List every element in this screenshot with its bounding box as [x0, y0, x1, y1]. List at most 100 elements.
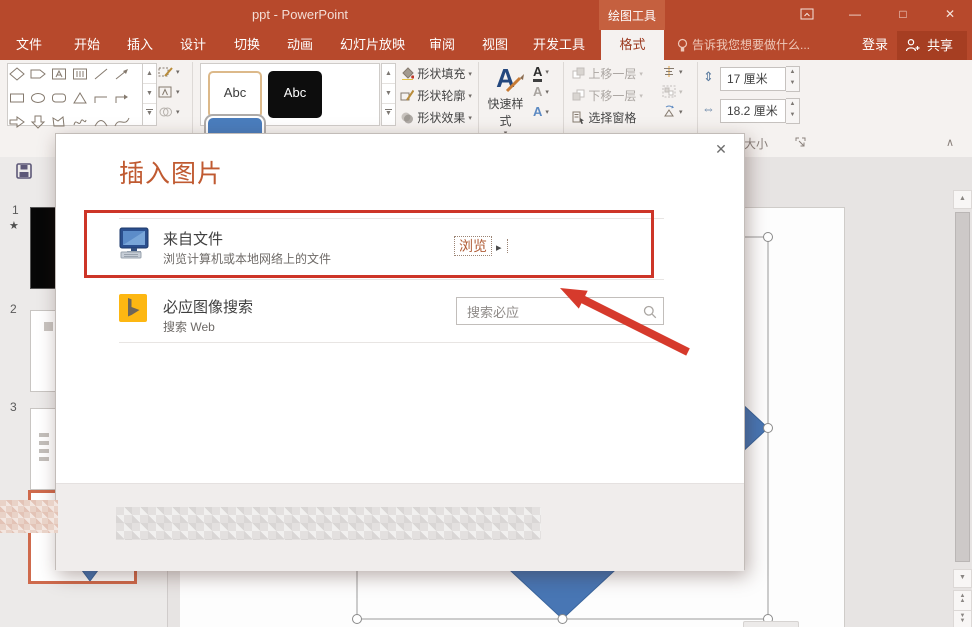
rotate-button[interactable]: ▾: [662, 103, 692, 123]
selection-pane-button[interactable]: 选择窗格: [572, 108, 636, 128]
tell-me-box[interactable]: 告诉我您想要做什么...: [692, 30, 810, 60]
shape-fill-button[interactable]: 形状填充▾: [400, 64, 472, 84]
ribbon-display-options-icon: [800, 8, 814, 20]
shape-triangle-icon[interactable]: [72, 88, 93, 107]
textbox-icon: [158, 85, 173, 99]
shape-width-spinner[interactable]: ▲▼: [786, 98, 800, 124]
bring-forward-button[interactable]: 上移一层▾: [572, 64, 643, 84]
thumbnail-placeholder: [39, 433, 49, 437]
edit-shape-button[interactable]: ▾: [158, 63, 188, 83]
shape-elbow-connector-icon[interactable]: [93, 88, 114, 107]
scroll-down-button[interactable]: ▼: [953, 569, 972, 588]
text-fill-button[interactable]: A▾: [533, 63, 559, 83]
draw-textbox-button[interactable]: ▾: [158, 83, 188, 103]
tab-transitions[interactable]: 切换: [230, 30, 264, 60]
shape-pentagon-icon[interactable]: [30, 64, 51, 83]
thumbnail-placeholder: [39, 441, 49, 445]
horizontal-scrollbar-stub[interactable]: [743, 621, 799, 627]
scroll-up-button[interactable]: ▲: [953, 190, 972, 209]
dialog-footer: [56, 483, 744, 571]
shape-rounded-rectangle-icon[interactable]: [51, 88, 72, 107]
thumbnail-placeholder: [44, 322, 53, 331]
shape-curve-icon[interactable]: [114, 112, 135, 131]
bing-search-title[interactable]: 必应图像搜索: [163, 296, 253, 317]
tab-developer[interactable]: 开发工具: [529, 30, 589, 60]
scrollbar-thumb[interactable]: [955, 212, 970, 562]
shape-elbow-arrow-connector-icon[interactable]: [114, 88, 135, 107]
animation-star-icon: ★: [9, 219, 19, 232]
text-outline-button[interactable]: A▾: [533, 83, 559, 103]
shape-outline-button[interactable]: 形状轮廓▾: [400, 86, 472, 106]
close-button[interactable]: ✕: [936, 0, 964, 28]
send-backward-icon: [572, 89, 585, 102]
shape-down-arrow-icon[interactable]: [30, 112, 51, 131]
shape-arrow-line-icon[interactable]: [114, 64, 135, 83]
bing-search-input[interactable]: [465, 299, 647, 325]
shape-width-input[interactable]: 18.2 厘米: [720, 99, 786, 123]
shape-style-outline-tile[interactable]: Abc: [208, 71, 262, 118]
tab-design[interactable]: 设计: [176, 30, 210, 60]
tab-home[interactable]: 开始: [70, 30, 104, 60]
tab-view[interactable]: 视图: [478, 30, 512, 60]
merge-shapes-button[interactable]: ▾: [158, 103, 188, 123]
shape-height-input[interactable]: 17 厘米: [720, 67, 786, 91]
shape-gallery-up-button[interactable]: ▲: [143, 64, 156, 84]
shape-effects-icon: [400, 111, 414, 124]
sign-in-button[interactable]: 登录: [862, 30, 888, 60]
shape-rectangle-icon[interactable]: [9, 88, 30, 107]
thumbnail-placeholder: [39, 457, 49, 461]
minimize-button[interactable]: —: [841, 0, 869, 28]
search-icon[interactable]: [643, 305, 657, 319]
group-button[interactable]: ▾: [662, 83, 692, 103]
shape-style-black-tile[interactable]: Abc: [268, 71, 322, 118]
save-icon[interactable]: [16, 163, 32, 179]
shape-gallery-down-button[interactable]: ▼: [143, 84, 156, 104]
next-slide-button[interactable]: ▼▼: [953, 610, 972, 627]
share-button[interactable]: 共享: [897, 31, 967, 60]
selection-pane-icon: [572, 111, 585, 124]
slide-2-number: 2: [10, 302, 17, 316]
shape-scribble-icon[interactable]: [72, 112, 93, 131]
shape-gallery-scroller: ▲ ▼ ▼: [142, 63, 157, 126]
tab-insert[interactable]: 插入: [123, 30, 157, 60]
dialog-close-button[interactable]: ✕: [710, 138, 732, 160]
person-plus-icon: [905, 38, 921, 53]
shape-arc-icon[interactable]: [93, 112, 114, 131]
align-button[interactable]: ▾: [662, 63, 692, 83]
shape-right-arrow-icon[interactable]: [9, 112, 30, 131]
shape-gallery-more-button[interactable]: ▼: [143, 104, 156, 123]
tab-format-active[interactable]: 格式: [601, 30, 664, 60]
tab-slideshow[interactable]: 幻灯片放映: [336, 30, 409, 60]
tab-file[interactable]: 文件: [12, 30, 46, 60]
shape-height-spinner[interactable]: ▲▼: [786, 66, 800, 92]
shape-gallery: [7, 63, 144, 126]
size-dialog-launcher[interactable]: [795, 137, 806, 148]
red-highlight-rectangle: [84, 210, 654, 278]
tab-animations[interactable]: 动画: [283, 30, 317, 60]
text-effects-button[interactable]: A▾: [533, 103, 559, 123]
style-gallery-up-button[interactable]: ▲: [382, 64, 395, 84]
style-gallery-more-button[interactable]: ▼: [382, 104, 395, 123]
contextual-tab-group-drawing-tools: 绘图工具: [599, 0, 665, 30]
tab-review[interactable]: 审阅: [425, 30, 459, 60]
shape-line-icon[interactable]: [93, 64, 114, 83]
collapse-ribbon-button[interactable]: ∧: [946, 136, 954, 149]
send-backward-button[interactable]: 下移一层▾: [572, 86, 643, 106]
row-divider: [119, 342, 664, 343]
shape-vertical-textbox-icon[interactable]: [72, 64, 93, 83]
quick-styles-button[interactable]: A 快速样式 ▾: [482, 63, 529, 137]
shape-style-gallery: AbcAbcAbc: [200, 63, 380, 126]
ribbon-display-options-button[interactable]: [793, 0, 821, 28]
shape-diamond-icon[interactable]: [9, 64, 30, 83]
shape-freeform-icon[interactable]: [51, 112, 72, 131]
shape-effects-button[interactable]: 形状效果▾: [400, 108, 472, 128]
shape-edit-column: ▾ ▾ ▾: [158, 63, 188, 123]
previous-slide-button[interactable]: ▲▲: [953, 590, 972, 612]
maximize-button[interactable]: □: [889, 0, 917, 28]
group-objects-icon: [662, 85, 676, 98]
merge-shapes-icon: [158, 105, 173, 119]
shape-textbox-icon[interactable]: [51, 64, 72, 83]
shape-oval-icon[interactable]: [30, 88, 51, 107]
blurred-region: [0, 500, 58, 533]
style-gallery-down-button[interactable]: ▼: [382, 84, 395, 104]
